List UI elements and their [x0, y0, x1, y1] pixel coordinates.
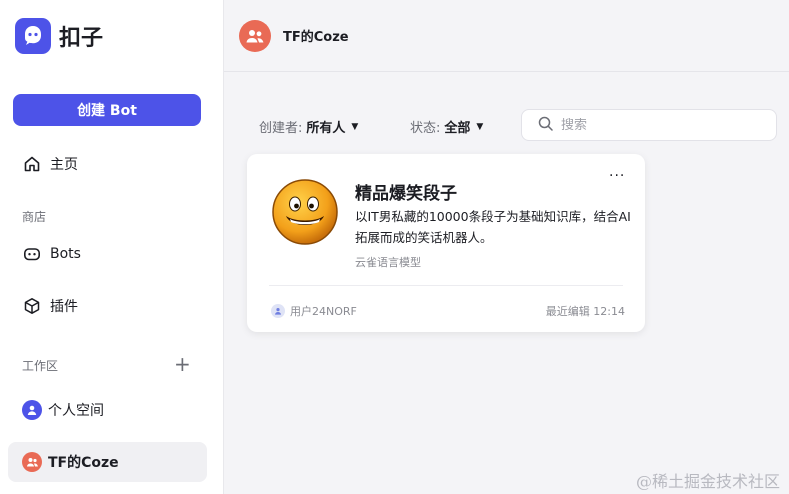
bot-title: 精品爆笑段子: [355, 184, 457, 204]
add-workspace-icon[interactable]: +: [174, 354, 191, 374]
bot-owner-name: 用户24NORF: [290, 305, 357, 318]
sidebar: 扣子 创建 Bot 主页 商店 Bots 插件 工作区 + 个人空间 TF的Co…: [0, 0, 224, 494]
sidebar-item-plugins[interactable]: 插件: [8, 286, 207, 326]
sidebar-item-home[interactable]: 主页: [8, 144, 207, 184]
app-name: 扣子: [59, 26, 104, 51]
creator-filter-value: 所有人: [306, 121, 346, 136]
caret-down-icon: ▼: [476, 121, 484, 132]
bot-avatar: [271, 178, 339, 246]
cube-icon: [22, 296, 42, 316]
sidebar-item-team-space[interactable]: TF的Coze: [8, 442, 207, 482]
app-logo[interactable]: 扣子: [15, 18, 103, 54]
sidebar-item-label: 个人空间: [48, 403, 104, 419]
caret-down-icon: ▼: [351, 121, 359, 132]
sidebar-item-label: Bots: [50, 246, 81, 262]
sidebar-item-personal-space[interactable]: 个人空间: [8, 390, 207, 430]
home-icon: [22, 154, 42, 174]
status-filter-label: 状态:: [410, 121, 441, 136]
search-icon: [538, 116, 553, 135]
coze-logo-icon: [15, 18, 51, 54]
creator-filter[interactable]: 创建者: 所有人 ▼: [259, 117, 358, 136]
user-avatar-icon: [271, 304, 285, 318]
watermark: @稀土掘金技术社区: [636, 472, 781, 491]
search-input[interactable]: [561, 117, 761, 133]
create-bot-button[interactable]: 创建 Bot: [13, 94, 201, 126]
sidebar-item-label: 主页: [50, 157, 78, 173]
team-avatar: [239, 19, 271, 52]
creator-filter-label: 创建者:: [259, 121, 303, 136]
workspace-header: TF的Coze: [224, 0, 789, 72]
status-filter-value: 全部: [444, 121, 471, 136]
bot-card[interactable]: 精品爆笑段子 ··· 以IT男私藏的10000条段子为基础知识库，结合AI拓展而…: [247, 154, 645, 332]
bot-description: 以IT男私藏的10000条段子为基础知识库，结合AI拓展而成的笑话机器人。: [355, 209, 631, 245]
bot-model: 云雀语言模型: [355, 256, 421, 269]
bot-icon: [22, 244, 42, 264]
status-filter[interactable]: 状态: 全部 ▼: [410, 117, 483, 136]
last-edited: 最近编辑 12:14: [545, 305, 625, 318]
workspace-section-label: 工作区: [22, 359, 59, 373]
team-avatar-icon: [22, 452, 42, 472]
team-name: TF的Coze: [283, 30, 349, 45]
bot-owner: 用户24NORF: [271, 303, 357, 319]
sidebar-item-label: TF的Coze: [48, 455, 119, 471]
store-section-label: 商店: [22, 210, 47, 224]
personal-avatar-icon: [22, 400, 42, 420]
search-box[interactable]: [521, 109, 777, 141]
sidebar-item-label: 插件: [50, 299, 78, 315]
more-options-icon[interactable]: ···: [609, 168, 625, 184]
card-divider: [269, 285, 623, 286]
sidebar-item-bots[interactable]: Bots: [8, 234, 207, 274]
